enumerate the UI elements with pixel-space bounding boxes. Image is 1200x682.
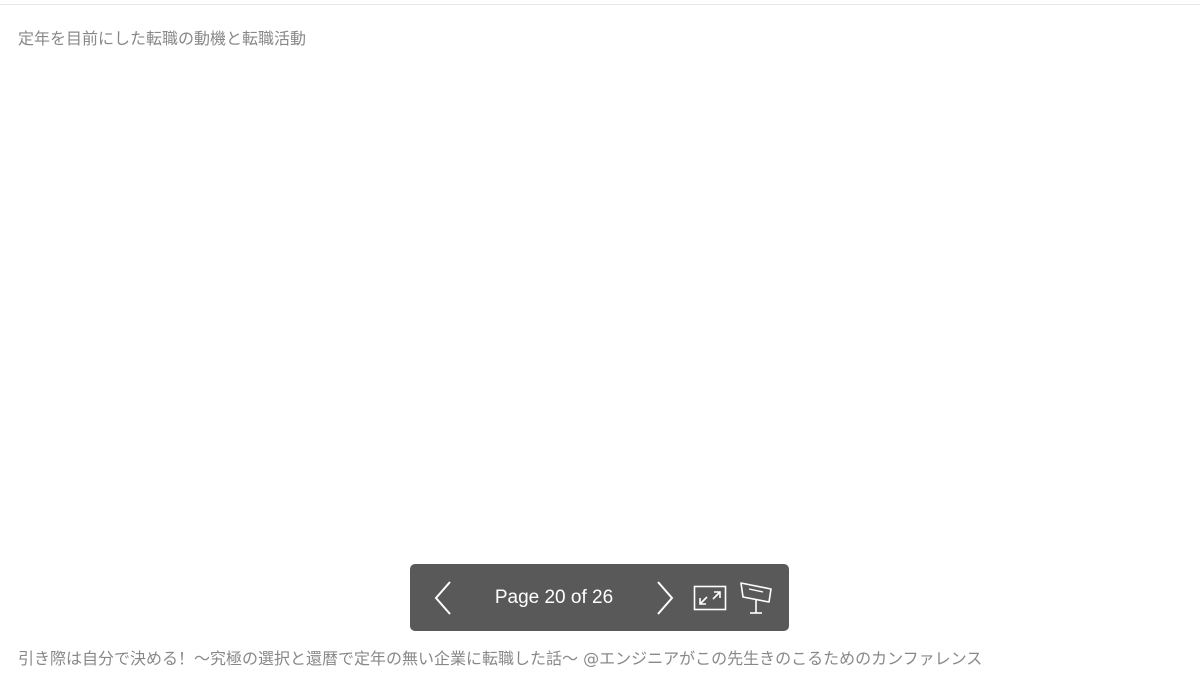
slide-navigation-toolbar: Page 20 of 26	[410, 564, 789, 631]
next-page-button[interactable]	[648, 564, 682, 631]
presentation-mode-button[interactable]	[736, 564, 776, 631]
slide-viewer: 定年を目前にした転職の動機と転職活動 Page 20 of 26 引き際は自分で…	[0, 0, 1200, 682]
slide-canvas[interactable]	[0, 60, 1200, 560]
page-indicator: Page 20 of 26	[494, 586, 614, 608]
top-divider	[0, 4, 1200, 5]
expand-icon	[693, 585, 727, 610]
presentation-icon	[740, 581, 772, 614]
previous-page-button[interactable]	[426, 564, 460, 631]
chevron-left-icon	[434, 580, 451, 615]
deck-caption-link[interactable]: 引き際は自分で決める！～究極の選択と還暦で定年の無い企業に転職した話～ @エンジ…	[18, 648, 982, 670]
slide-title: 定年を目前にした転職の動機と転職活動	[18, 29, 307, 48]
fullscreen-button[interactable]	[690, 564, 730, 631]
chevron-right-icon	[657, 580, 674, 615]
